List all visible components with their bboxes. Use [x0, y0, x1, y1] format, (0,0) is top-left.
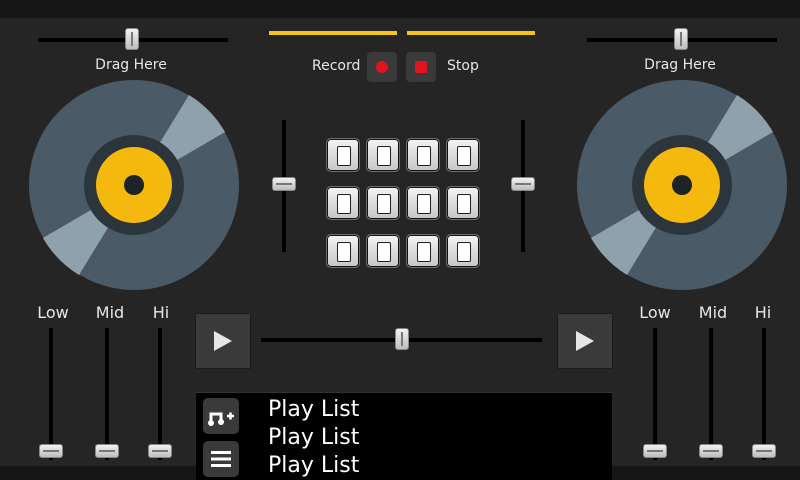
- left-volume-thumb[interactable]: [272, 177, 296, 191]
- stop-label: Stop: [447, 58, 479, 74]
- playlist-item[interactable]: Play List: [268, 397, 359, 422]
- left-eq-low-slider[interactable]: [49, 328, 53, 460]
- play-icon: [576, 331, 594, 351]
- left-eq-mid-slider[interactable]: [105, 328, 109, 460]
- stop-square-icon: [415, 61, 427, 73]
- playlist-item[interactable]: Play List: [268, 425, 359, 450]
- sample-pad[interactable]: [326, 186, 360, 220]
- right-eq-hi-slider[interactable]: [762, 328, 766, 460]
- playlist-panel: Play List Play List Play List: [196, 392, 612, 480]
- right-pitch-thumb[interactable]: [674, 28, 688, 50]
- playlist-item[interactable]: Play List: [268, 453, 359, 478]
- record-dot-icon: [376, 61, 388, 73]
- add-music-button[interactable]: [203, 398, 239, 434]
- sample-pad[interactable]: [326, 234, 360, 268]
- sample-pad[interactable]: [446, 138, 480, 172]
- right-eq-low-slider[interactable]: [653, 328, 657, 460]
- dj-mixer-app: Drag Here Drag Here Record Stop Low Mid …: [0, 0, 800, 480]
- music-add-icon: [208, 412, 234, 426]
- right-turntable[interactable]: [577, 80, 787, 290]
- left-pitch-thumb[interactable]: [125, 28, 139, 50]
- left-eq-low-label: Low: [37, 303, 69, 322]
- sample-pad[interactable]: [446, 234, 480, 268]
- hamburger-menu-icon: [211, 451, 231, 467]
- left-drag-label: Drag Here: [95, 57, 167, 73]
- left-eq-low-thumb[interactable]: [39, 444, 63, 458]
- sample-pad[interactable]: [366, 234, 400, 268]
- left-eq-mid-thumb[interactable]: [95, 444, 119, 458]
- right-eq-hi-thumb[interactable]: [752, 444, 776, 458]
- right-volume-thumb[interactable]: [511, 177, 535, 191]
- right-eq-hi-label: Hi: [754, 303, 772, 322]
- sample-pad[interactable]: [446, 186, 480, 220]
- right-eq-mid-slider[interactable]: [709, 328, 713, 460]
- left-level-bar: [269, 31, 397, 35]
- right-eq-mid-thumb[interactable]: [699, 444, 723, 458]
- left-eq-mid-label: Mid: [95, 303, 125, 322]
- playlist-menu-button[interactable]: [203, 441, 239, 477]
- play-icon: [214, 331, 232, 351]
- stop-button[interactable]: [406, 52, 436, 82]
- left-eq-hi-label: Hi: [152, 303, 170, 322]
- left-play-button[interactable]: [195, 313, 251, 369]
- right-drag-label: Drag Here: [644, 57, 716, 73]
- record-label: Record: [312, 58, 361, 74]
- right-eq-low-label: Low: [639, 303, 671, 322]
- sample-pad[interactable]: [366, 186, 400, 220]
- sample-pad[interactable]: [406, 138, 440, 172]
- record-button[interactable]: [367, 52, 397, 82]
- crossfader-thumb[interactable]: [395, 328, 409, 350]
- sample-pad[interactable]: [366, 138, 400, 172]
- right-eq-low-thumb[interactable]: [643, 444, 667, 458]
- sample-pad[interactable]: [406, 186, 440, 220]
- right-play-button[interactable]: [557, 313, 613, 369]
- left-turntable[interactable]: [29, 80, 239, 290]
- left-eq-hi-slider[interactable]: [158, 328, 162, 460]
- right-eq-mid-label: Mid: [698, 303, 728, 322]
- sample-pad[interactable]: [406, 234, 440, 268]
- right-level-bar: [407, 31, 535, 35]
- sample-pad[interactable]: [326, 138, 360, 172]
- left-eq-hi-thumb[interactable]: [148, 444, 172, 458]
